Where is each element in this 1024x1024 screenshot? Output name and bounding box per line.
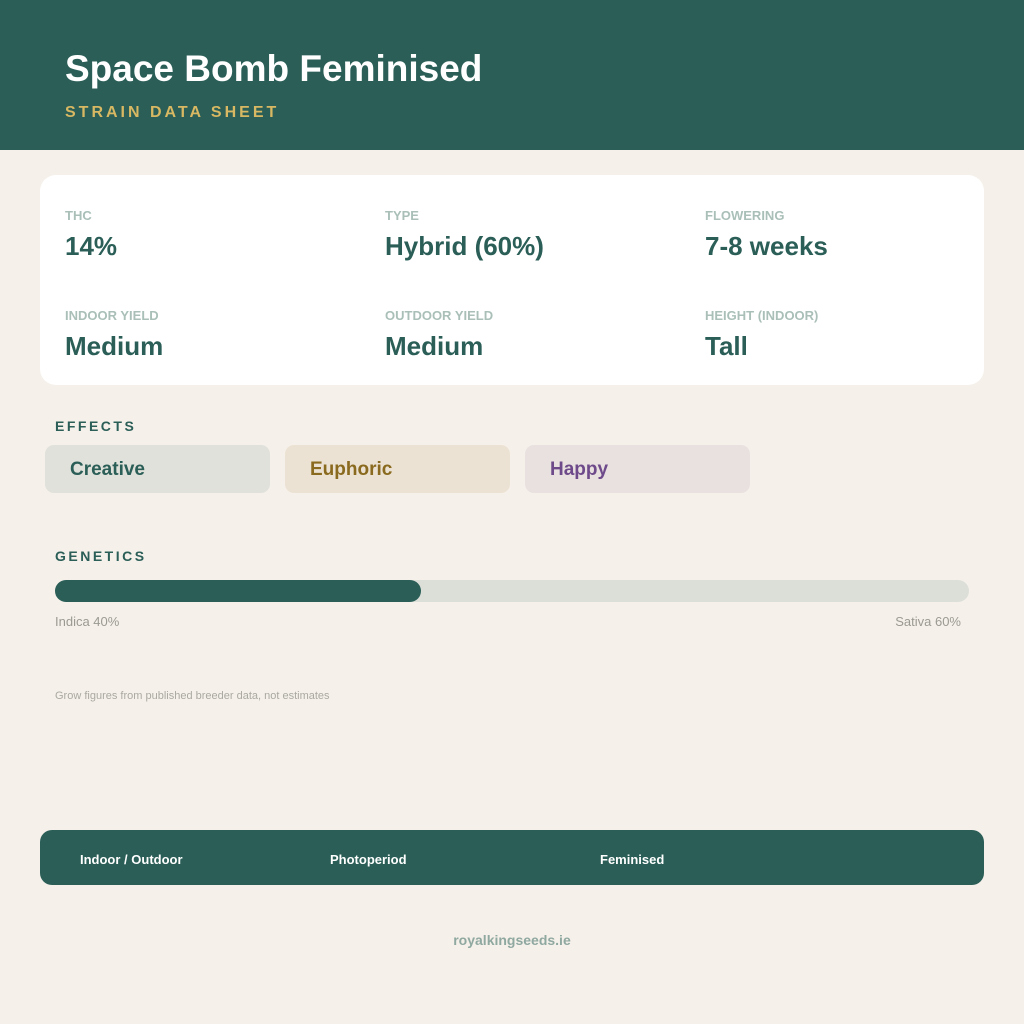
effect-chip-label: Euphoric — [310, 459, 393, 480]
height-value: Tall — [705, 331, 748, 361]
type-label: TYPE — [385, 208, 419, 223]
flowering-label: FLOWERING — [705, 208, 785, 223]
effect-chip-euphoric: Euphoric — [285, 445, 510, 493]
outdoor-yield-label: OUTDOOR YIELD — [385, 308, 494, 323]
indica-label: Indica 40% — [55, 614, 120, 629]
feature-light-cycle: Photoperiod — [330, 852, 407, 867]
sativa-label: Sativa 60% — [895, 614, 961, 629]
effect-chip-label: Creative — [70, 459, 145, 480]
page-title: Space Bomb Feminised — [65, 48, 483, 89]
indica-fill — [55, 580, 421, 602]
genetics-heading: GENETICS — [55, 548, 147, 564]
site-url: royalkingseeds.ie — [453, 932, 571, 948]
genetics-bar — [55, 580, 969, 602]
footnote: Grow figures from published breeder data… — [55, 690, 330, 702]
indoor-yield-value: Medium — [65, 331, 164, 361]
height-label: HEIGHT (INDOOR) — [705, 308, 819, 323]
indoor-yield-label: INDOOR YIELD — [65, 308, 159, 323]
header-banner: Space Bomb Feminised STRAIN DATA SHEET — [0, 0, 1024, 150]
effect-chip-label: Happy — [550, 459, 609, 480]
page-subtitle: STRAIN DATA SHEET — [65, 104, 280, 121]
thc-label: THC — [65, 208, 92, 223]
outdoor-yield-value: Medium — [385, 331, 484, 361]
type-value: Hybrid (60%) — [385, 231, 544, 261]
effect-chip-creative: Creative — [45, 445, 270, 493]
feature-seed-type: Feminised — [600, 852, 665, 867]
feature-bar: Indoor / Outdoor Photoperiod Feminised — [40, 830, 984, 885]
thc-value: 14% — [65, 231, 118, 261]
stats-card: THC 14% TYPE Hybrid (60%) FLOWERING 7-8 … — [40, 175, 984, 385]
effect-chip-happy: Happy — [525, 445, 750, 493]
effects-heading: EFFECTS — [55, 418, 137, 434]
flowering-value: 7-8 weeks — [705, 231, 828, 261]
feature-environment: Indoor / Outdoor — [80, 852, 183, 867]
